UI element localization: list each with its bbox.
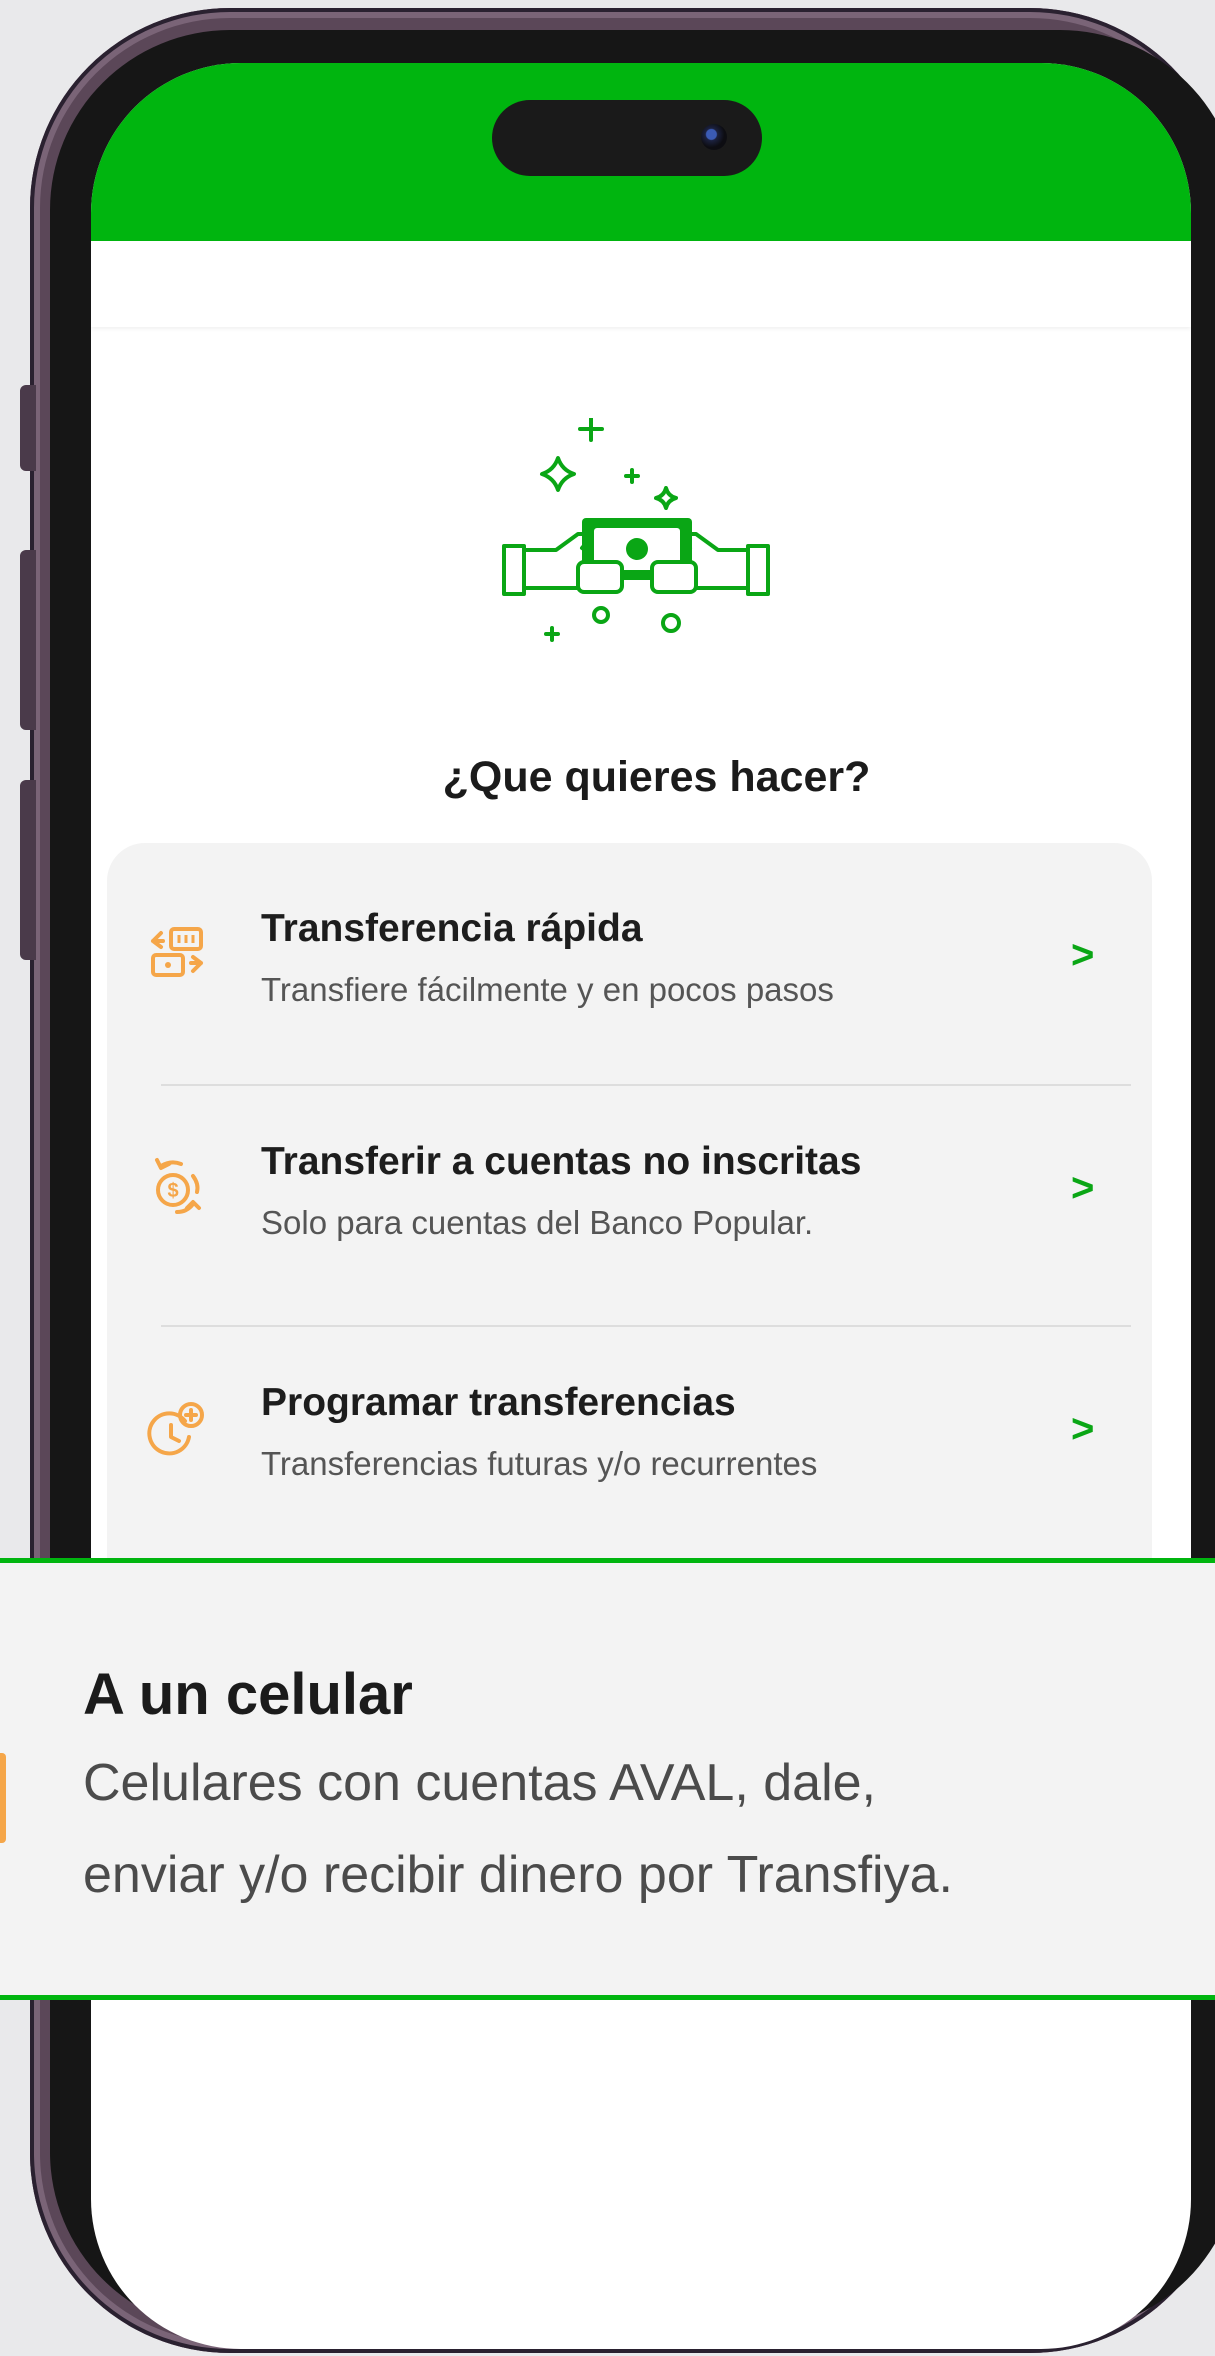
option-unregistered-accounts[interactable]: $ Transferir a cuentas no inscritas Solo… — [107, 1086, 1152, 1326]
highlight-description-line2: enviar y/o recibir dinero por Transfiya. — [83, 1846, 953, 1904]
option-quick-transfer[interactable]: Transferencia rápida Transfiere fácilmen… — [107, 843, 1152, 1083]
app-header — [91, 241, 1191, 327]
option-title: Transferencia rápida — [261, 907, 643, 950]
dynamic-island — [492, 100, 762, 176]
highlight-description-line1: Celulares con cuentas AVAL, dale, — [83, 1754, 876, 1812]
money-exchange-icon: $ — [155, 1158, 201, 1214]
phone-screen: ¿Que quieres hacer? Transferencia rápida… — [91, 63, 1191, 2349]
option-subtitle: Solo para cuentas del Banco Popular. — [261, 1204, 814, 1241]
chevron-right-icon: > — [1071, 1166, 1095, 1210]
options-card: Transferencia rápida Transfiere fácilmen… — [107, 843, 1152, 1603]
volume-down-button — [20, 780, 36, 960]
page-title: ¿Que quieres hacer? — [442, 753, 871, 801]
option-to-cellphone-highlight[interactable]: A un celular Celulares con cuentas AVAL,… — [0, 1558, 1215, 2000]
option-subtitle: Transferencias futuras y/o recurrentes — [261, 1445, 818, 1482]
clock-plus-icon — [147, 1402, 204, 1456]
camera-icon — [701, 124, 727, 150]
svg-text:$: $ — [167, 1180, 178, 1202]
option-title: Programar transferencias — [261, 1381, 736, 1424]
money-hands-illustration — [502, 418, 770, 642]
quick-transfer-icon — [151, 927, 203, 977]
mute-switch — [20, 385, 36, 471]
chevron-right-icon: > — [1071, 1407, 1095, 1451]
option-subtitle: Transfiere fácilmente y en pocos pasos — [261, 971, 834, 1008]
option-schedule-transfers[interactable]: Programar transferencias Transferencias … — [107, 1327, 1152, 1567]
status-bar — [91, 63, 1191, 241]
highlight-title: A un celular — [83, 1662, 413, 1727]
volume-up-button — [20, 550, 36, 730]
option-title: Transferir a cuentas no inscritas — [261, 1140, 862, 1183]
chevron-right-icon: > — [1071, 933, 1095, 977]
phone-icon — [0, 1753, 6, 1843]
